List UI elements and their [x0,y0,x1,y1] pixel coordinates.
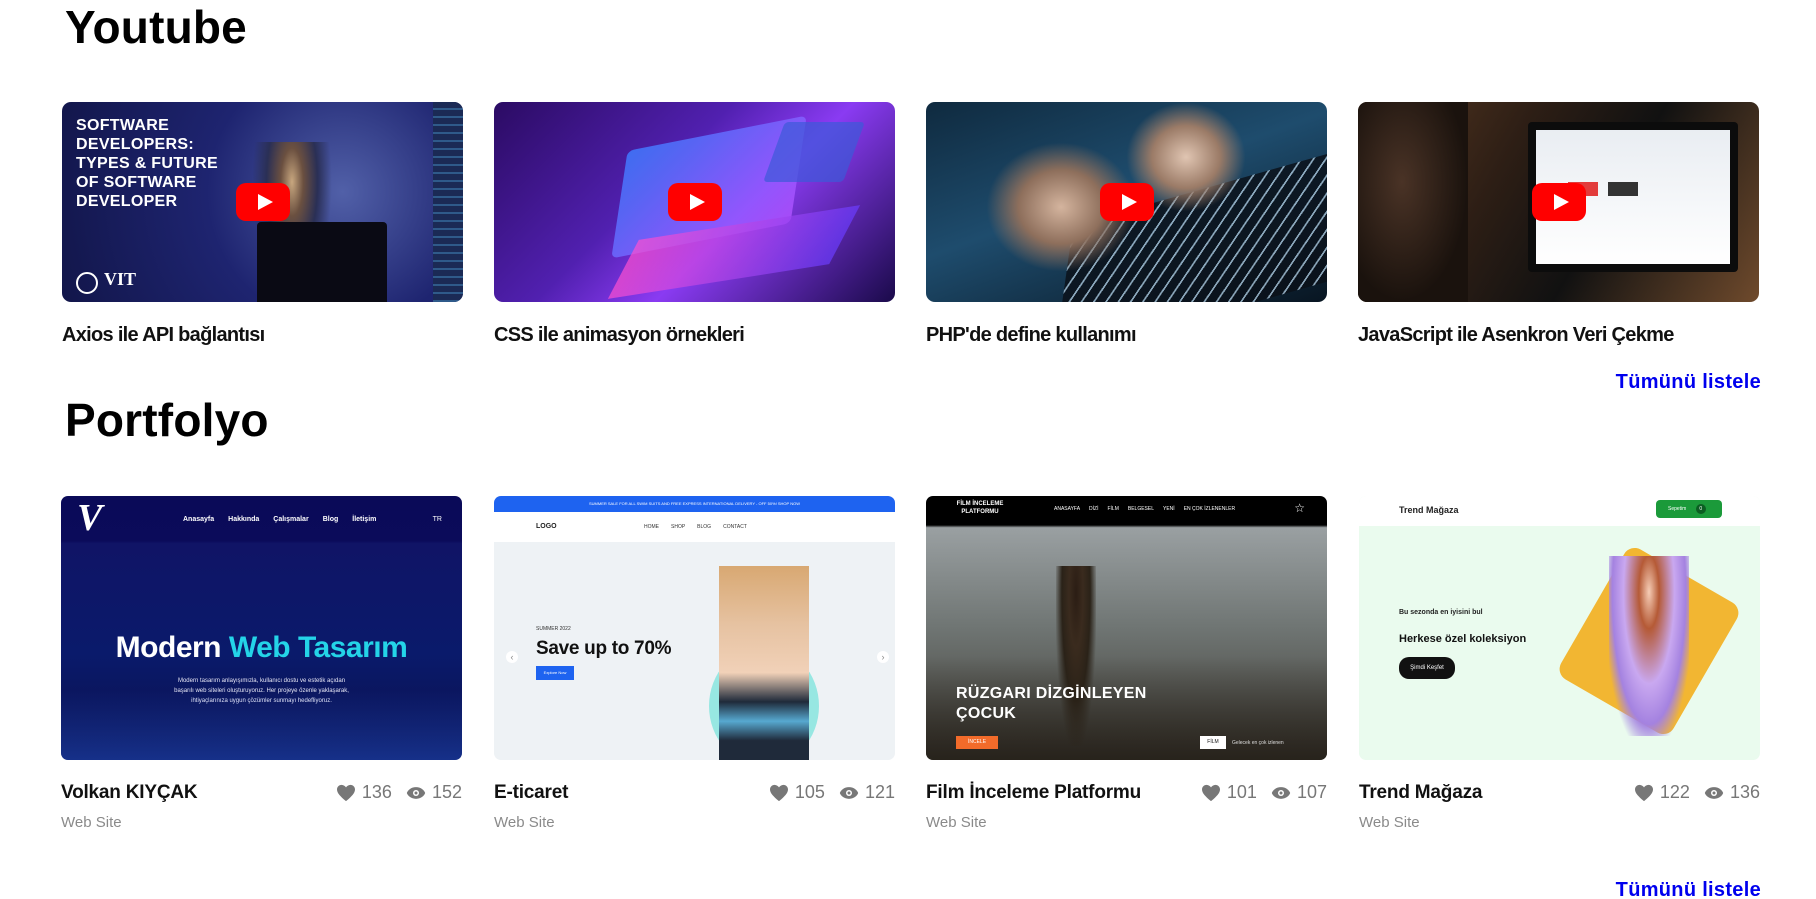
site-logo: Trend Mağaza [1399,505,1459,515]
play-icon[interactable] [1531,183,1586,221]
heart-icon[interactable] [1634,784,1654,802]
eye-icon [1704,786,1724,800]
site-tag-note: Gelecek en çok izlenen [1232,740,1284,746]
video-thumbnail[interactable] [494,102,895,302]
portfolio-screenshot[interactable]: FİLM İNCELEME PLATFORMU ANASAYFA DİZİ Fİ… [926,496,1327,760]
laptop-shape [257,222,387,302]
portfolio-stats: 105 121 [769,782,895,803]
portfolio-card[interactable]: Trend Mağaza Sepetim 0 Bu sezonda en iyi… [1359,496,1760,838]
view-count: 152 [431,782,462,802]
heart-icon[interactable] [1201,784,1221,802]
youtube-section-title: Youtube [65,1,247,53]
thumbnail-text: SOFTWARE DEVELOPERS: TYPES & FUTURE OF S… [76,117,218,210]
person-shape [1358,102,1468,302]
video-title[interactable]: CSS ile animasyon örnekleri [494,324,895,347]
portfolio-screenshot[interactable]: Trend Mağaza Sepetim 0 Bu sezonda en iyi… [1359,496,1760,760]
slider-prev-icon[interactable]: ‹ [506,651,518,663]
eye-icon [839,786,859,800]
play-icon[interactable] [235,183,290,221]
site-lang: TR [432,516,442,523]
view-count: 107 [1296,782,1327,802]
youtube-list-all-link[interactable]: Tümünü listele [1616,371,1761,394]
portfolio-card[interactable]: FİLM İNCELEME PLATFORMU ANASAYFA DİZİ Fİ… [926,496,1327,838]
like-count: 105 [794,782,825,802]
site-topbar: SUMMER SALE FOR ALL SWIM SUITS AND FREE … [494,496,895,512]
site-tag: FİLM [1200,736,1226,749]
video-card[interactable]: PHP'de define kullanımı [926,102,1327,347]
star-icon[interactable]: ☆ [1294,501,1305,515]
play-icon[interactable] [1099,183,1154,221]
site-button: İNCELE [956,736,998,749]
thumbnail-logo: VIT [104,269,137,289]
portfolio-list-all-link[interactable]: Tümünü listele [1616,879,1761,899]
heart-icon[interactable] [336,784,356,802]
site-headline: Herkese özel koleksiyon [1399,633,1527,645]
portfolio-stats: 122 136 [1634,782,1760,803]
portfolio-category: Web Site [1359,814,1420,831]
slider-next-icon[interactable]: › [877,651,889,663]
video-title[interactable]: JavaScript ile Asenkron Veri Çekme [1358,324,1759,347]
portfolio-category: Web Site [494,814,555,831]
play-icon[interactable] [667,183,722,221]
eye-icon [406,786,426,800]
portfolio-section-title: Portfolyo [65,394,269,446]
view-count: 121 [864,782,895,802]
model-figure [1609,556,1689,736]
portfolio-stats: 101 107 [1201,782,1327,803]
site-logo: V [77,497,103,539]
video-card[interactable]: CSS ile animasyon örnekleri [494,102,895,347]
portfolio-category: Web Site [61,814,122,831]
model-figure [719,566,809,760]
eye-icon [1271,786,1291,800]
portfolio-screenshot[interactable]: SUMMER SALE FOR ALL SWIM SUITS AND FREE … [494,496,895,760]
site-nav: HOME SHOP BLOG CONTACT [644,524,747,530]
view-count: 136 [1729,782,1760,802]
portfolio-stats: 136 152 [336,782,462,803]
video-card[interactable]: SOFTWARE DEVELOPERS: TYPES & FUTURE OF S… [62,102,463,347]
vit-seal-icon [76,272,98,294]
site-nav: Anasayfa Hakkında Çalışmalar Blog İletiş… [183,516,377,523]
like-count: 101 [1226,782,1257,802]
portfolio-screenshot[interactable]: V Anasayfa Hakkında Çalışmalar Blog İlet… [61,496,462,760]
portfolio-category: Web Site [926,814,987,831]
site-kicker: SUMMER 2022 [536,626,571,632]
video-title[interactable]: Axios ile API bağlantısı [62,324,463,347]
portfolio-card[interactable]: SUMMER SALE FOR ALL SWIM SUITS AND FREE … [494,496,895,838]
site-headline: Save up to 70% [536,638,672,659]
site-logo: FİLM İNCELEME PLATFORMU [956,501,1004,515]
site-logo: LOGO [536,523,557,530]
video-title[interactable]: PHP'de define kullanımı [926,324,1327,347]
site-hero: RÜZGARI DİZGİNLEYEN ÇOCUK [956,685,1147,722]
portfolio-card[interactable]: V Anasayfa Hakkında Çalışmalar Blog İlet… [61,496,462,838]
video-thumbnail[interactable] [926,102,1327,302]
site-nav: ANASAYFA DİZİ FİLM BELGESEL YENİ EN ÇOK … [1054,506,1236,512]
video-thumbnail[interactable] [1358,102,1759,302]
site-cta: Explore Now [536,666,574,680]
site-cta: Şimdi Keşfet [1399,657,1455,679]
site-kicker: Bu sezonda en iyisini bul [1399,609,1483,616]
heart-icon[interactable] [769,784,789,802]
like-count: 122 [1659,782,1690,802]
video-thumbnail[interactable]: SOFTWARE DEVELOPERS: TYPES & FUTURE OF S… [62,102,463,302]
cart-button: Sepetim 0 [1656,500,1722,518]
like-count: 136 [361,782,392,802]
video-card[interactable]: JavaScript ile Asenkron Veri Çekme [1358,102,1759,347]
site-hero: Modern Web Tasarım [115,631,408,664]
